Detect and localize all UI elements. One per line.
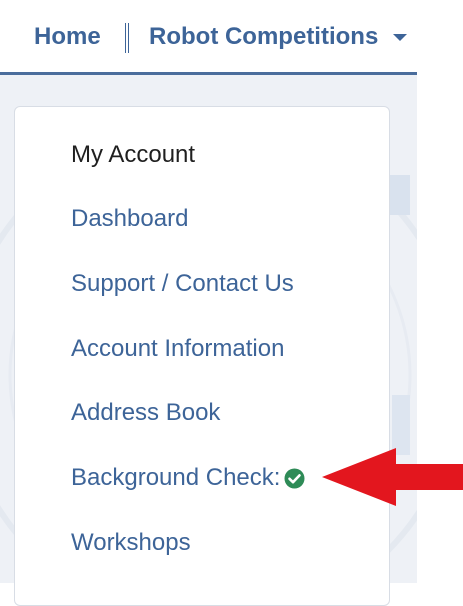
menu-item-address-book[interactable]: Address Book xyxy=(71,398,220,428)
annotation-arrow-icon xyxy=(322,448,463,506)
chevron-down-icon[interactable] xyxy=(393,34,407,41)
check-circle-icon xyxy=(284,468,305,489)
nav-home-link[interactable]: Home xyxy=(34,22,101,52)
menu-item-background-check[interactable]: Background Check: xyxy=(71,463,280,493)
menu-heading: My Account xyxy=(71,141,196,168)
menu-item-support-contact[interactable]: Support / Contact Us xyxy=(71,269,294,299)
nav-separator xyxy=(125,23,129,53)
menu-item-dashboard[interactable]: Dashboard xyxy=(71,204,188,234)
menu-item-workshops[interactable]: Workshops xyxy=(71,528,191,558)
menu-item-account-information[interactable]: Account Information xyxy=(71,334,284,364)
top-navbar: Home Robot Competitions xyxy=(0,0,417,75)
nav-robot-competitions-dropdown[interactable]: Robot Competitions xyxy=(149,22,378,52)
